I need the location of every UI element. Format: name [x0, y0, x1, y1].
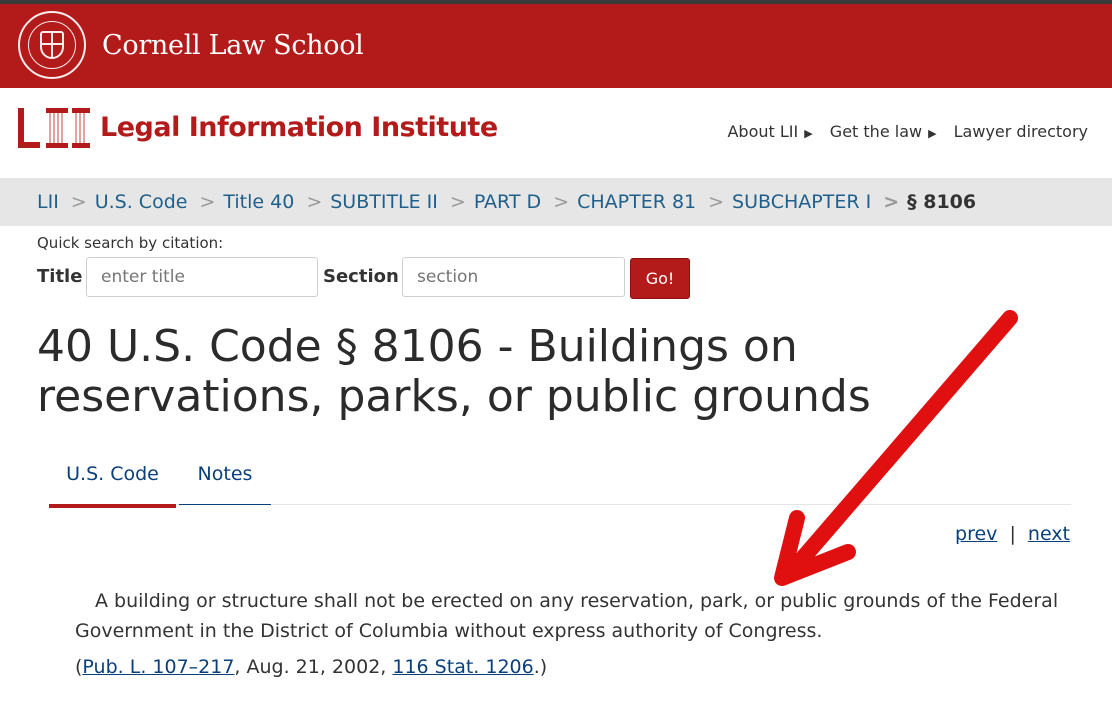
quick-search-label: Quick search by citation:	[37, 234, 224, 252]
section-label: Section	[323, 266, 399, 287]
statute-text: A building or structure shall not be ere…	[75, 586, 1065, 646]
breadcrumb-current-section: > § 8106	[883, 191, 977, 213]
stat-link[interactable]: 116 Stat. 1206	[392, 656, 533, 678]
title-input[interactable]	[86, 257, 318, 297]
pager-separator: |	[1009, 523, 1016, 545]
page-title: 40 U.S. Code § 8106 - Buildings on reser…	[37, 321, 871, 422]
title-label: Title	[37, 266, 83, 287]
breadcrumb-part-d[interactable]: > PART D	[438, 191, 541, 213]
next-link[interactable]: next	[1028, 523, 1070, 545]
lii-header: Legal Information Institute About LII ▶ G…	[0, 88, 1112, 178]
nav-lawyer-directory[interactable]: Lawyer directory	[954, 122, 1088, 141]
cornell-law-school-link[interactable]: Cornell Law School	[102, 30, 364, 61]
statute-paragraph: A building or structure shall not be ere…	[75, 590, 1059, 642]
breadcrumb-lii[interactable]: LII	[37, 191, 59, 213]
section-input[interactable]	[402, 257, 625, 297]
pager: prev | next	[955, 523, 1070, 545]
cornell-seal-icon[interactable]	[18, 11, 86, 79]
go-button[interactable]: Go!	[630, 258, 690, 299]
breadcrumb-subchapter-i[interactable]: > SUBCHAPTER I	[696, 191, 871, 213]
cornell-banner: Cornell Law School	[0, 4, 1112, 88]
lii-logo-icon[interactable]	[18, 108, 90, 150]
prev-link[interactable]: prev	[955, 523, 997, 545]
tab-notes[interactable]: Notes	[179, 448, 271, 505]
lii-site-title[interactable]: Legal Information Institute	[100, 112, 498, 143]
nav-get-the-law[interactable]: Get the law ▶	[830, 122, 937, 141]
nav-about-lii[interactable]: About LII ▶	[727, 122, 812, 141]
content-tabs: U.S. Code Notes	[49, 448, 1071, 508]
tab-us-code[interactable]: U.S. Code	[49, 448, 176, 508]
breadcrumb-subtitle-ii[interactable]: > SUBTITLE II	[294, 191, 438, 213]
caret-right-icon: ▶	[804, 127, 813, 140]
caret-right-icon: ▶	[928, 127, 937, 140]
breadcrumb-us-code[interactable]: > U.S. Code	[59, 191, 188, 213]
pub-law-link[interactable]: Pub. L. 107–217	[82, 656, 234, 678]
breadcrumb-title-40[interactable]: > Title 40	[187, 191, 294, 213]
top-navigation: About LII ▶ Get the law ▶ Lawyer directory	[715, 122, 1088, 141]
breadcrumb: LII > U.S. Code > Title 40 > SUBTITLE II > P…	[0, 178, 1112, 226]
source-citation: (Pub. L. 107–217, Aug. 21, 2002, 116 Sta…	[75, 656, 548, 678]
breadcrumb-chapter-81[interactable]: > CHAPTER 81	[541, 191, 696, 213]
